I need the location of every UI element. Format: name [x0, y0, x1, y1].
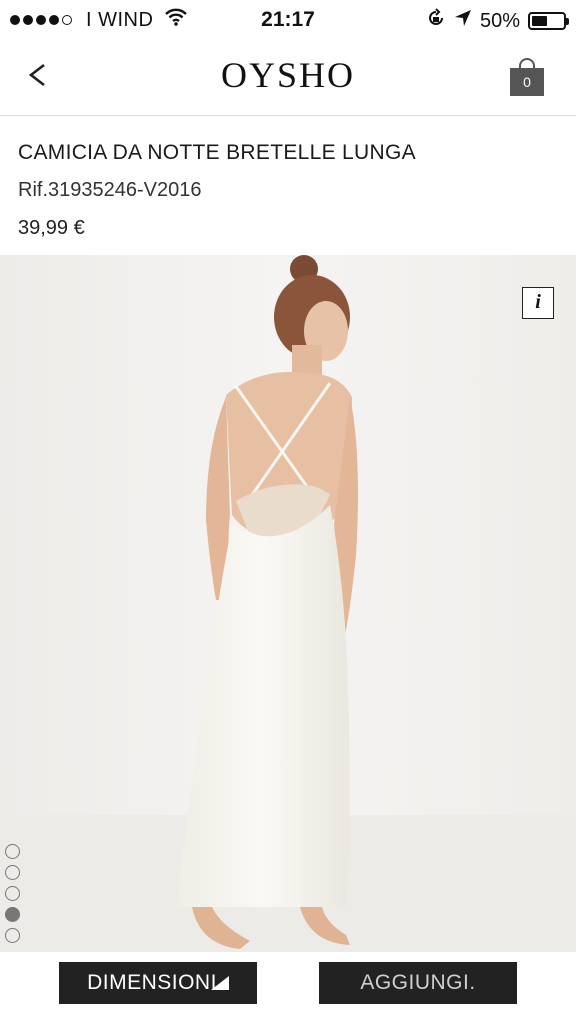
pager-dot[interactable]	[5, 928, 20, 943]
product-name: CAMICIA DA NOTTE BRETELLE LUNGA	[18, 141, 416, 164]
pager-dot[interactable]	[5, 865, 20, 880]
add-button-label: AGGIUNGI.	[360, 971, 476, 994]
size-button[interactable]: DIMENSIONI	[59, 962, 257, 1004]
model-photo-illustration	[0, 255, 576, 952]
info-icon: i	[535, 291, 541, 313]
battery-percent: 50%	[479, 9, 520, 32]
navigation-bar: OYSHO 0	[0, 40, 576, 116]
info-button[interactable]: i	[522, 287, 554, 319]
product-photo[interactable]	[0, 255, 576, 952]
cart-count: 0	[523, 74, 531, 90]
rotation-lock-icon	[426, 8, 446, 34]
pager-dot[interactable]	[5, 844, 20, 859]
status-bar: I WIND 21:17 50%	[0, 0, 576, 40]
battery-icon	[528, 12, 569, 30]
pager-dot[interactable]	[5, 907, 20, 922]
size-button-label: DIMENSIONI	[87, 971, 217, 994]
status-right: 50%	[426, 8, 569, 34]
bottom-action-bar: DIMENSIONI AGGIUNGI.	[0, 952, 576, 1024]
product-reference: Rif.31935246-V2016	[18, 179, 202, 201]
add-to-cart-button[interactable]: AGGIUNGI.	[319, 962, 517, 1004]
brand-logo[interactable]: OYSHO	[0, 54, 576, 96]
cart-button[interactable]: 0	[510, 58, 544, 96]
image-pager[interactable]	[5, 844, 20, 943]
product-info: CAMICIA DA NOTTE BRETELLE LUNGA Rif.3193…	[0, 117, 576, 255]
pager-dot[interactable]	[5, 886, 20, 901]
battery-level	[532, 16, 547, 26]
ruler-icon	[210, 976, 229, 991]
location-arrow-icon	[454, 9, 472, 33]
product-price: 39,99 €	[18, 217, 85, 239]
shopping-bag-icon: 0	[510, 68, 544, 96]
